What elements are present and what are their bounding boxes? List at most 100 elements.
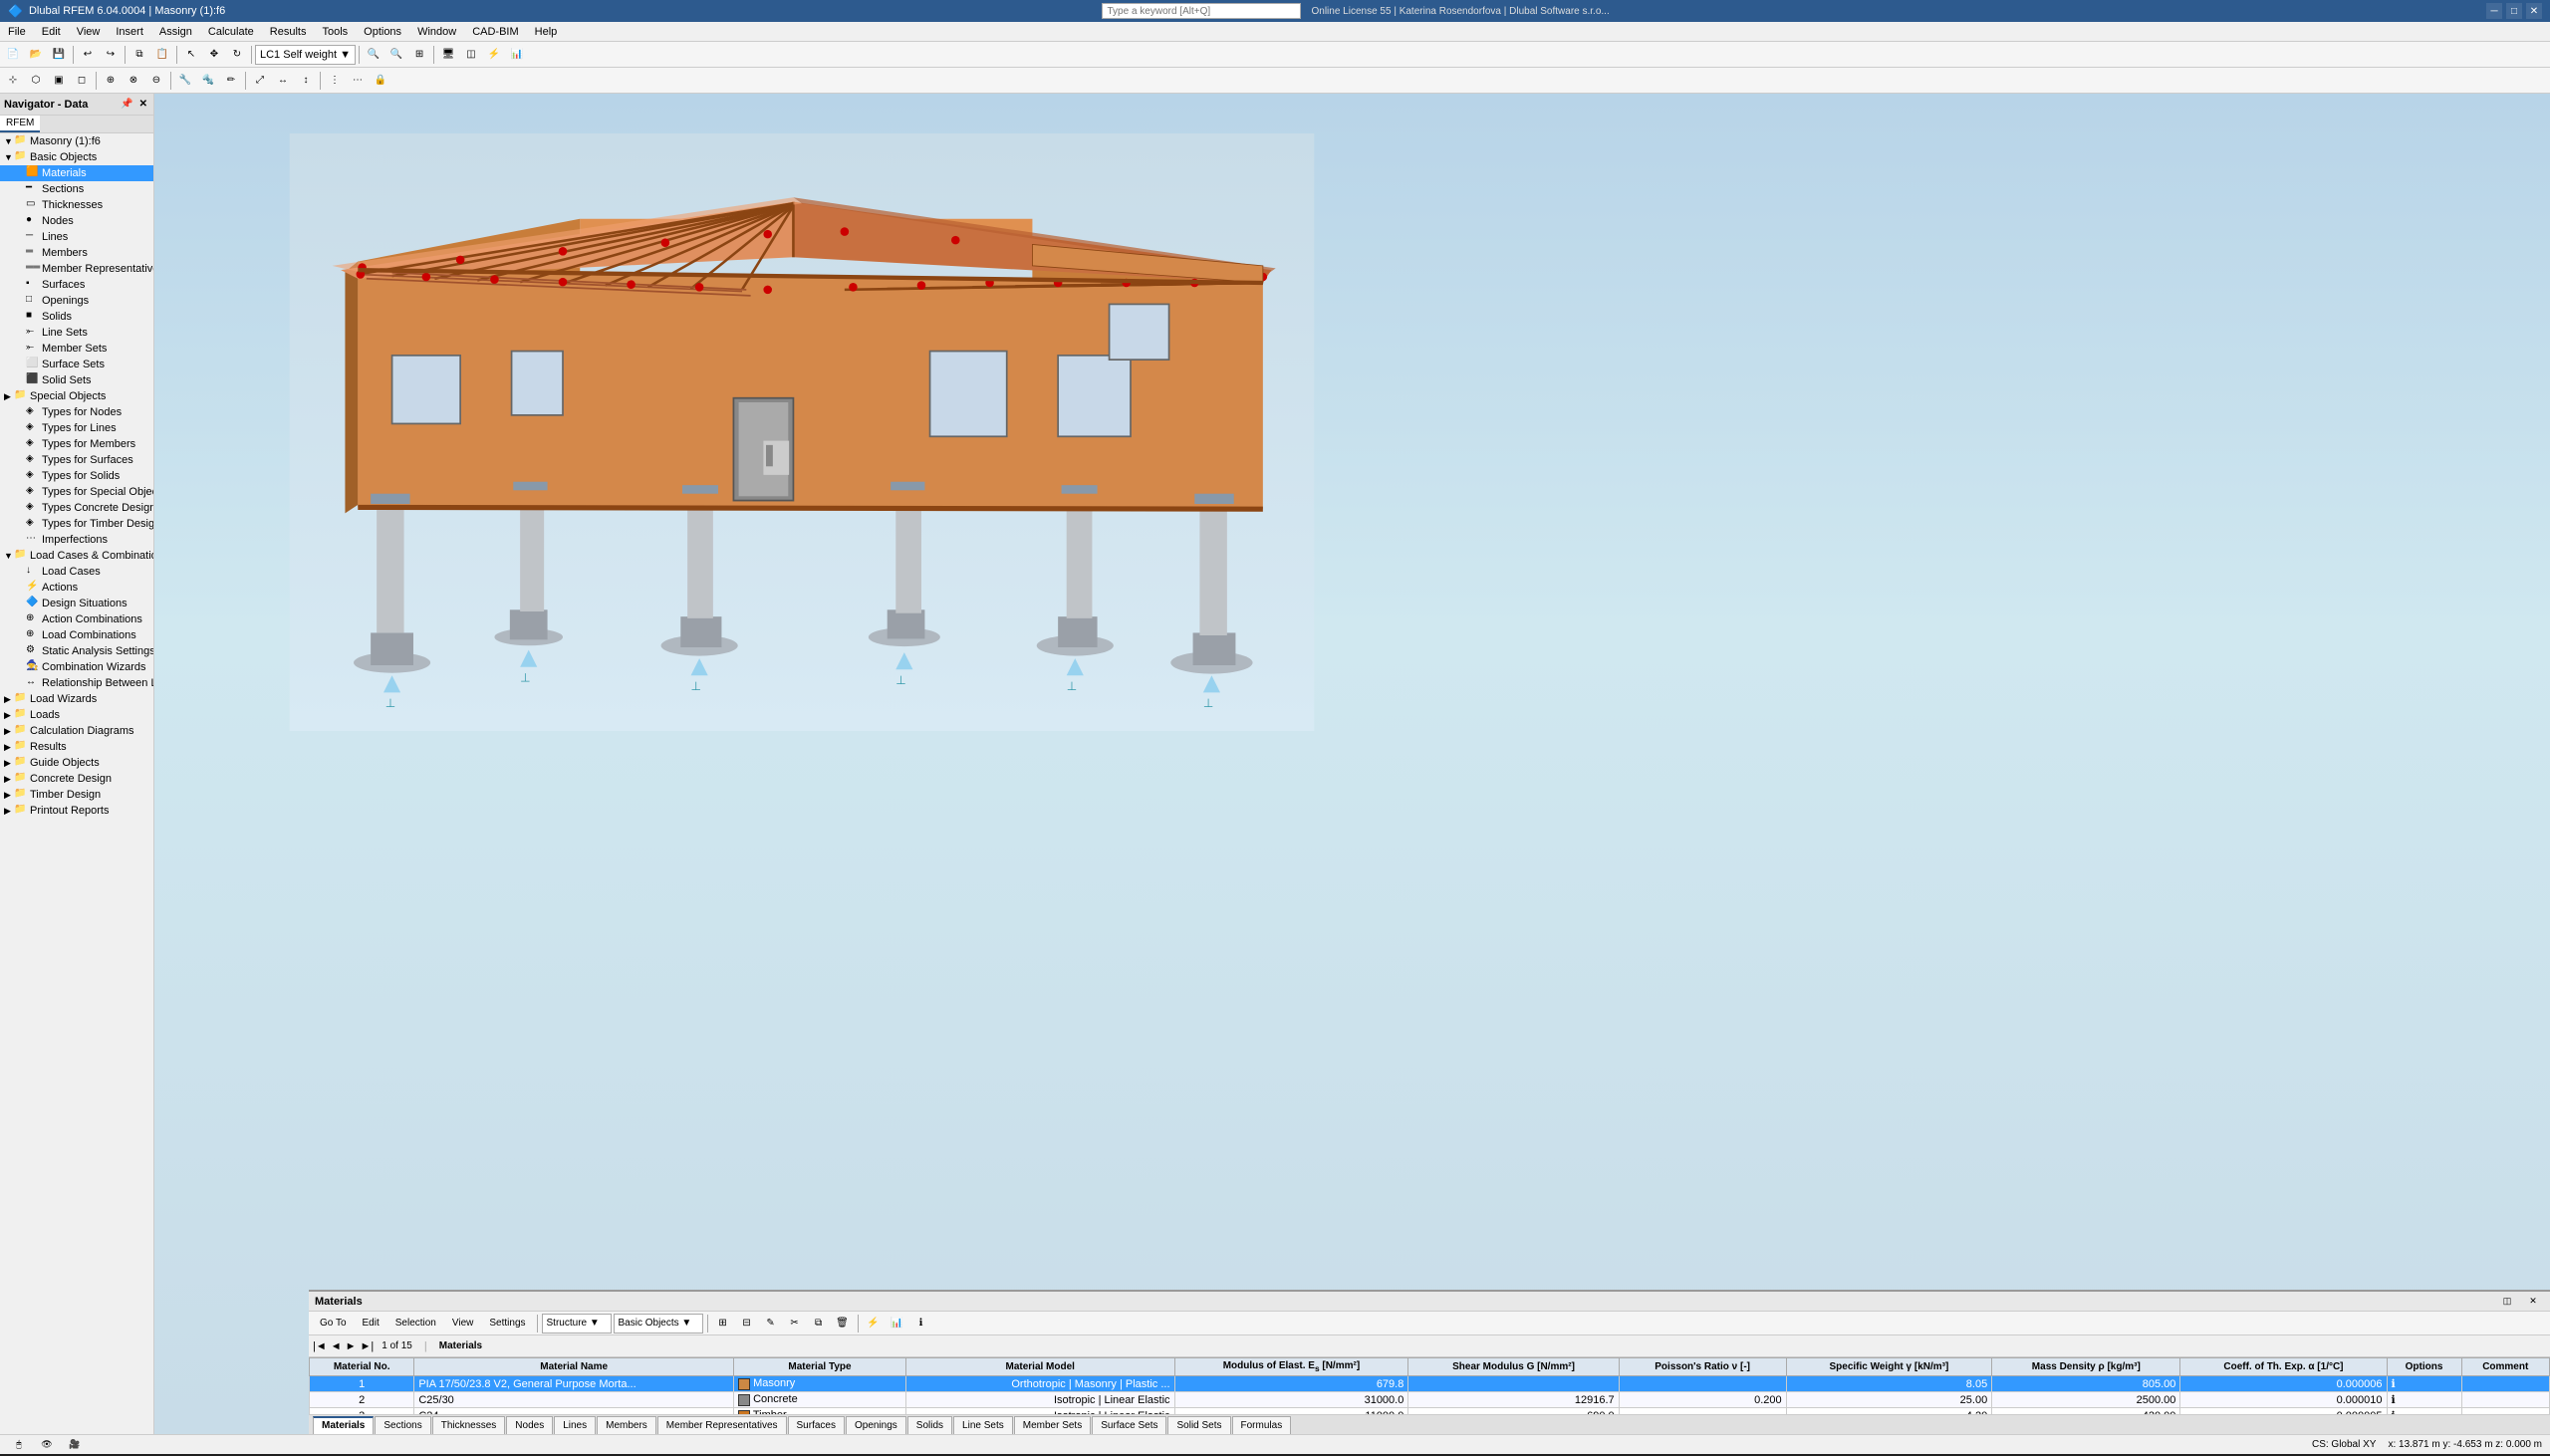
tab-materials[interactable]: Materials bbox=[313, 1416, 374, 1434]
save-btn[interactable]: 💾 bbox=[48, 44, 70, 66]
tab-line-sets[interactable]: Line Sets bbox=[953, 1416, 1013, 1434]
menu-help[interactable]: Help bbox=[527, 22, 566, 41]
selection-btn[interactable]: Selection bbox=[388, 1313, 443, 1335]
nav-pin-icon[interactable]: 📌 bbox=[119, 98, 134, 111]
tab-sections[interactable]: Sections bbox=[375, 1416, 430, 1434]
tree-item-guide-objects[interactable]: ▶📁Guide Objects bbox=[0, 755, 153, 771]
tab-member-sets[interactable]: Member Sets bbox=[1014, 1416, 1091, 1434]
table-row[interactable]: 1PIA 17/50/23.8 V2, General Purpose Mort… bbox=[310, 1376, 2550, 1392]
tree-item-results[interactable]: ▶📁Results bbox=[0, 739, 153, 755]
tb2-1[interactable]: ⊹ bbox=[2, 70, 24, 92]
tab-formulas[interactable]: Formulas bbox=[1232, 1416, 1292, 1434]
tree-item-action-combinations[interactable]: ⊕Action Combinations bbox=[0, 611, 153, 627]
tab-lines[interactable]: Lines bbox=[554, 1416, 596, 1434]
bottom-info[interactable]: ℹ bbox=[910, 1313, 932, 1335]
bottom-tb3[interactable]: ✎ bbox=[760, 1313, 782, 1335]
bottom-calc[interactable]: ⚡ bbox=[863, 1313, 885, 1335]
table-row[interactable]: 2C25/30 ConcreteIsotropic | Linear Elast… bbox=[310, 1392, 2550, 1408]
tab-openings[interactable]: Openings bbox=[846, 1416, 906, 1434]
status-btn2[interactable]: 👁 bbox=[36, 1434, 58, 1456]
undo-btn[interactable]: ↩ bbox=[77, 44, 99, 66]
tb2-2[interactable]: ⬡ bbox=[25, 70, 47, 92]
tree-item-nodes[interactable]: ●Nodes bbox=[0, 213, 153, 229]
tree-item-timber-design[interactable]: ▶📁Timber Design bbox=[0, 787, 153, 803]
open-btn[interactable]: 📂 bbox=[25, 44, 47, 66]
menu-options[interactable]: Options bbox=[356, 22, 409, 41]
view3d-btn[interactable]: ◫ bbox=[460, 44, 482, 66]
page-nav-prev[interactable]: ◄ bbox=[331, 1340, 342, 1352]
lc-dropdown[interactable]: LC1 Self weight ▼ bbox=[255, 45, 356, 65]
page-nav-last[interactable]: ►| bbox=[361, 1340, 375, 1352]
page-nav-first[interactable]: |◄ bbox=[313, 1340, 327, 1352]
tree-item-types-for-solids[interactable]: ◈Types for Solids bbox=[0, 468, 153, 484]
tree-item-load-cases-&-combinations[interactable]: ▼📁Load Cases & Combinations bbox=[0, 548, 153, 564]
menu-calculate[interactable]: Calculate bbox=[200, 22, 262, 41]
minimize-button[interactable]: ─ bbox=[2486, 3, 2502, 19]
tree-item-openings[interactable]: □Openings bbox=[0, 293, 153, 309]
nav-close-icon[interactable]: ✕ bbox=[137, 98, 149, 111]
tree-item-static-analysis-settings[interactable]: ⚙Static Analysis Settings bbox=[0, 643, 153, 659]
goto-btn[interactable]: Go To bbox=[313, 1313, 354, 1335]
tree-item-lines[interactable]: ─Lines bbox=[0, 229, 153, 245]
menu-results[interactable]: Results bbox=[262, 22, 315, 41]
tree-item-member-sets[interactable]: ⤜Member Sets bbox=[0, 341, 153, 357]
bottom-close-btn[interactable]: ✕ bbox=[2522, 1291, 2544, 1313]
maximize-button[interactable]: □ bbox=[2506, 3, 2522, 19]
page-nav-next[interactable]: ► bbox=[346, 1340, 357, 1352]
settings-btn[interactable]: Settings bbox=[482, 1313, 532, 1335]
tree-item-masonry-(1):f6[interactable]: ▼📁Masonry (1):f6 bbox=[0, 133, 153, 149]
close-button[interactable]: ✕ bbox=[2526, 3, 2542, 19]
tb2-snap2[interactable]: ⋯ bbox=[347, 70, 369, 92]
zoom-out-btn[interactable]: 🔍 bbox=[385, 44, 407, 66]
tree-item-design-situations[interactable]: 🔷Design Situations bbox=[0, 596, 153, 611]
bottom-tb6[interactable]: 🗑 bbox=[832, 1313, 854, 1335]
move-btn[interactable]: ✥ bbox=[203, 44, 225, 66]
status-btn1[interactable]: 🖱 bbox=[8, 1434, 30, 1456]
tree-item-thicknesses[interactable]: ▭Thicknesses bbox=[0, 197, 153, 213]
edit-btn[interactable]: Edit bbox=[356, 1313, 386, 1335]
tree-item-member-representatives[interactable]: ══Member Representatives bbox=[0, 261, 153, 277]
tree-item-line-sets[interactable]: ⤜Line Sets bbox=[0, 325, 153, 341]
tree-item-solids[interactable]: ■Solids bbox=[0, 309, 153, 325]
tb2-snap1[interactable]: ⋮ bbox=[324, 70, 346, 92]
tree-item-load-cases[interactable]: ↓Load Cases bbox=[0, 564, 153, 580]
tree-item-materials[interactable]: 🟧Materials bbox=[0, 165, 153, 181]
tb2-5[interactable]: ⊕ bbox=[100, 70, 122, 92]
tree-item-types-for-lines[interactable]: ◈Types for Lines bbox=[0, 420, 153, 436]
bottom-excel[interactable]: 📊 bbox=[887, 1313, 908, 1335]
tb2-8[interactable]: 🔧 bbox=[174, 70, 196, 92]
tree-item-relationship-between-load-cases[interactable]: ↔Relationship Between Load Cases bbox=[0, 675, 153, 691]
viewport-3d[interactable]: ⊥ ⊥ ⊥ ⊥ ⊥ ⊥ bbox=[154, 94, 2550, 1434]
render-btn[interactable]: 🖥 bbox=[437, 44, 459, 66]
tree-item-calculation-diagrams[interactable]: ▶📁Calculation Diagrams bbox=[0, 723, 153, 739]
tree-item-load-wizards[interactable]: ▶📁Load Wizards bbox=[0, 691, 153, 707]
tb2-10[interactable]: ✏ bbox=[220, 70, 242, 92]
tree-item-loads[interactable]: ▶📁Loads bbox=[0, 707, 153, 723]
tree-item-printout-reports[interactable]: ▶📁Printout Reports bbox=[0, 803, 153, 819]
tab-solid-sets[interactable]: Solid Sets bbox=[1167, 1416, 1230, 1434]
tree-item-types-for-special-objects[interactable]: ◈Types for Special Objects bbox=[0, 484, 153, 500]
tree-item-members[interactable]: ═Members bbox=[0, 245, 153, 261]
filter-dropdown[interactable]: Structure ▼ bbox=[542, 1314, 612, 1334]
tab-thicknesses[interactable]: Thicknesses bbox=[432, 1416, 506, 1434]
tree-item-types-for-timber-design[interactable]: ◈Types for Timber Design bbox=[0, 516, 153, 532]
tab-members[interactable]: Members bbox=[597, 1416, 656, 1434]
menu-file[interactable]: File bbox=[0, 22, 34, 41]
redo-btn[interactable]: ↪ bbox=[100, 44, 122, 66]
status-btn3[interactable]: 🎥 bbox=[64, 1434, 86, 1456]
bottom-tb5[interactable]: ⧉ bbox=[808, 1313, 830, 1335]
tb2-view1[interactable]: ⤢ bbox=[249, 70, 271, 92]
tb2-view3[interactable]: ↕ bbox=[295, 70, 317, 92]
tb2-4[interactable]: ◻ bbox=[71, 70, 93, 92]
view-btn[interactable]: View bbox=[445, 1313, 481, 1335]
menu-insert[interactable]: Insert bbox=[108, 22, 151, 41]
tb2-view2[interactable]: ↔ bbox=[272, 70, 294, 92]
tree-item-special-objects[interactable]: ▶📁Special Objects bbox=[0, 388, 153, 404]
tree-item-surfaces[interactable]: ▪Surfaces bbox=[0, 277, 153, 293]
tab-nodes[interactable]: Nodes bbox=[506, 1416, 553, 1434]
copy-btn[interactable]: ⧉ bbox=[128, 44, 150, 66]
menu-cad-bim[interactable]: CAD-BIM bbox=[464, 22, 526, 41]
tb2-6[interactable]: ⊗ bbox=[123, 70, 144, 92]
bottom-tb1[interactable]: ⊞ bbox=[712, 1313, 734, 1335]
tree-item-load-combinations[interactable]: ⊕Load Combinations bbox=[0, 627, 153, 643]
